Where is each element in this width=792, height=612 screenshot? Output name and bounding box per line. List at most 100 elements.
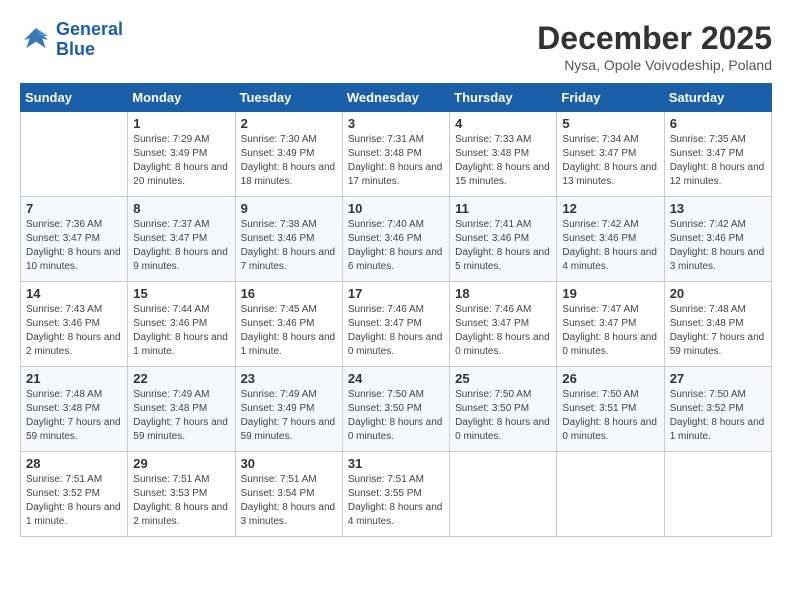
- calendar-header-row: SundayMondayTuesdayWednesdayThursdayFrid…: [21, 84, 772, 112]
- day-info: Sunrise: 7:44 AM Sunset: 3:46 PM Dayligh…: [133, 303, 229, 359]
- day-info: Sunrise: 7:49 AM Sunset: 3:49 PM Dayligh…: [241, 388, 337, 444]
- sunrise-text: Sunrise: 7:51 AM: [241, 474, 317, 485]
- calendar-day-cell: 7 Sunrise: 7:36 AM Sunset: 3:47 PM Dayli…: [21, 197, 128, 282]
- sunset-text: Sunset: 3:47 PM: [348, 318, 422, 329]
- page-header: General Blue December 2025 Nysa, Opole V…: [20, 20, 772, 73]
- daylight-text: Daylight: 8 hours and 13 minutes.: [562, 162, 657, 187]
- day-info: Sunrise: 7:37 AM Sunset: 3:47 PM Dayligh…: [133, 218, 229, 274]
- calendar-header-cell: Sunday: [21, 84, 128, 112]
- month-title: December 2025: [537, 20, 772, 57]
- calendar-week-row: 7 Sunrise: 7:36 AM Sunset: 3:47 PM Dayli…: [21, 197, 772, 282]
- daylight-text: Daylight: 8 hours and 0 minutes.: [348, 332, 443, 357]
- sunrise-text: Sunrise: 7:42 AM: [562, 219, 638, 230]
- sunrise-text: Sunrise: 7:50 AM: [348, 389, 424, 400]
- daylight-text: Daylight: 8 hours and 2 minutes.: [26, 332, 121, 357]
- day-number: 18: [455, 286, 551, 301]
- calendar-week-row: 1 Sunrise: 7:29 AM Sunset: 3:49 PM Dayli…: [21, 112, 772, 197]
- daylight-text: Daylight: 7 hours and 59 minutes.: [670, 332, 765, 357]
- daylight-text: Daylight: 7 hours and 59 minutes.: [241, 417, 336, 442]
- calendar-header-cell: Monday: [128, 84, 235, 112]
- daylight-text: Daylight: 8 hours and 7 minutes.: [241, 247, 336, 272]
- day-info: Sunrise: 7:47 AM Sunset: 3:47 PM Dayligh…: [562, 303, 658, 359]
- daylight-text: Daylight: 8 hours and 0 minutes.: [562, 417, 657, 442]
- day-info: Sunrise: 7:45 AM Sunset: 3:46 PM Dayligh…: [241, 303, 337, 359]
- sunset-text: Sunset: 3:46 PM: [241, 318, 315, 329]
- calendar-day-cell: 4 Sunrise: 7:33 AM Sunset: 3:48 PM Dayli…: [450, 112, 557, 197]
- calendar-day-cell: 12 Sunrise: 7:42 AM Sunset: 3:46 PM Dayl…: [557, 197, 664, 282]
- sunrise-text: Sunrise: 7:49 AM: [241, 389, 317, 400]
- calendar-day-cell: 11 Sunrise: 7:41 AM Sunset: 3:46 PM Dayl…: [450, 197, 557, 282]
- title-block: December 2025 Nysa, Opole Voivodeship, P…: [537, 20, 772, 73]
- daylight-text: Daylight: 8 hours and 4 minutes.: [562, 247, 657, 272]
- day-number: 12: [562, 201, 658, 216]
- sunset-text: Sunset: 3:47 PM: [26, 233, 100, 244]
- day-number: 26: [562, 371, 658, 386]
- logo-text: General Blue: [56, 20, 123, 60]
- day-number: 13: [670, 201, 766, 216]
- calendar-day-cell: 19 Sunrise: 7:47 AM Sunset: 3:47 PM Dayl…: [557, 282, 664, 367]
- daylight-text: Daylight: 8 hours and 1 minute.: [241, 332, 336, 357]
- daylight-text: Daylight: 8 hours and 0 minutes.: [455, 332, 550, 357]
- day-info: Sunrise: 7:41 AM Sunset: 3:46 PM Dayligh…: [455, 218, 551, 274]
- daylight-text: Daylight: 8 hours and 5 minutes.: [455, 247, 550, 272]
- calendar-day-cell: 2 Sunrise: 7:30 AM Sunset: 3:49 PM Dayli…: [235, 112, 342, 197]
- logo-icon: [20, 24, 52, 56]
- daylight-text: Daylight: 8 hours and 1 minute.: [670, 417, 765, 442]
- calendar-day-cell: [450, 452, 557, 537]
- calendar-body: 1 Sunrise: 7:29 AM Sunset: 3:49 PM Dayli…: [21, 112, 772, 537]
- day-info: Sunrise: 7:48 AM Sunset: 3:48 PM Dayligh…: [670, 303, 766, 359]
- calendar-header-cell: Thursday: [450, 84, 557, 112]
- sunset-text: Sunset: 3:46 PM: [241, 233, 315, 244]
- calendar-day-cell: [21, 112, 128, 197]
- calendar-day-cell: 6 Sunrise: 7:35 AM Sunset: 3:47 PM Dayli…: [664, 112, 771, 197]
- sunset-text: Sunset: 3:52 PM: [26, 488, 100, 499]
- day-info: Sunrise: 7:51 AM Sunset: 3:52 PM Dayligh…: [26, 473, 122, 529]
- day-number: 31: [348, 456, 444, 471]
- sunset-text: Sunset: 3:48 PM: [133, 403, 207, 414]
- sunrise-text: Sunrise: 7:35 AM: [670, 134, 746, 145]
- day-info: Sunrise: 7:50 AM Sunset: 3:52 PM Dayligh…: [670, 388, 766, 444]
- sunset-text: Sunset: 3:46 PM: [348, 233, 422, 244]
- daylight-text: Daylight: 8 hours and 18 minutes.: [241, 162, 336, 187]
- day-number: 4: [455, 116, 551, 131]
- daylight-text: Daylight: 7 hours and 59 minutes.: [133, 417, 228, 442]
- daylight-text: Daylight: 8 hours and 10 minutes.: [26, 247, 121, 272]
- sunset-text: Sunset: 3:47 PM: [455, 318, 529, 329]
- sunset-text: Sunset: 3:53 PM: [133, 488, 207, 499]
- daylight-text: Daylight: 8 hours and 20 minutes.: [133, 162, 228, 187]
- day-info: Sunrise: 7:50 AM Sunset: 3:50 PM Dayligh…: [348, 388, 444, 444]
- sunrise-text: Sunrise: 7:42 AM: [670, 219, 746, 230]
- calendar-day-cell: 3 Sunrise: 7:31 AM Sunset: 3:48 PM Dayli…: [342, 112, 449, 197]
- sunset-text: Sunset: 3:49 PM: [241, 403, 315, 414]
- calendar-day-cell: 26 Sunrise: 7:50 AM Sunset: 3:51 PM Dayl…: [557, 367, 664, 452]
- sunrise-text: Sunrise: 7:31 AM: [348, 134, 424, 145]
- daylight-text: Daylight: 8 hours and 9 minutes.: [133, 247, 228, 272]
- day-info: Sunrise: 7:51 AM Sunset: 3:54 PM Dayligh…: [241, 473, 337, 529]
- day-info: Sunrise: 7:33 AM Sunset: 3:48 PM Dayligh…: [455, 133, 551, 189]
- sunrise-text: Sunrise: 7:49 AM: [133, 389, 209, 400]
- day-number: 17: [348, 286, 444, 301]
- calendar-day-cell: 1 Sunrise: 7:29 AM Sunset: 3:49 PM Dayli…: [128, 112, 235, 197]
- calendar-day-cell: 27 Sunrise: 7:50 AM Sunset: 3:52 PM Dayl…: [664, 367, 771, 452]
- calendar-day-cell: 9 Sunrise: 7:38 AM Sunset: 3:46 PM Dayli…: [235, 197, 342, 282]
- daylight-text: Daylight: 8 hours and 4 minutes.: [348, 502, 443, 527]
- day-info: Sunrise: 7:40 AM Sunset: 3:46 PM Dayligh…: [348, 218, 444, 274]
- sunrise-text: Sunrise: 7:47 AM: [562, 304, 638, 315]
- day-number: 3: [348, 116, 444, 131]
- day-info: Sunrise: 7:51 AM Sunset: 3:53 PM Dayligh…: [133, 473, 229, 529]
- day-number: 2: [241, 116, 337, 131]
- day-info: Sunrise: 7:43 AM Sunset: 3:46 PM Dayligh…: [26, 303, 122, 359]
- sunrise-text: Sunrise: 7:36 AM: [26, 219, 102, 230]
- sunrise-text: Sunrise: 7:43 AM: [26, 304, 102, 315]
- sunset-text: Sunset: 3:49 PM: [241, 148, 315, 159]
- sunset-text: Sunset: 3:48 PM: [348, 148, 422, 159]
- day-number: 8: [133, 201, 229, 216]
- sunrise-text: Sunrise: 7:45 AM: [241, 304, 317, 315]
- day-info: Sunrise: 7:38 AM Sunset: 3:46 PM Dayligh…: [241, 218, 337, 274]
- calendar-day-cell: 25 Sunrise: 7:50 AM Sunset: 3:50 PM Dayl…: [450, 367, 557, 452]
- calendar-day-cell: 13 Sunrise: 7:42 AM Sunset: 3:46 PM Dayl…: [664, 197, 771, 282]
- daylight-text: Daylight: 8 hours and 1 minute.: [133, 332, 228, 357]
- daylight-text: Daylight: 8 hours and 6 minutes.: [348, 247, 443, 272]
- calendar-day-cell: 16 Sunrise: 7:45 AM Sunset: 3:46 PM Dayl…: [235, 282, 342, 367]
- calendar-day-cell: 20 Sunrise: 7:48 AM Sunset: 3:48 PM Dayl…: [664, 282, 771, 367]
